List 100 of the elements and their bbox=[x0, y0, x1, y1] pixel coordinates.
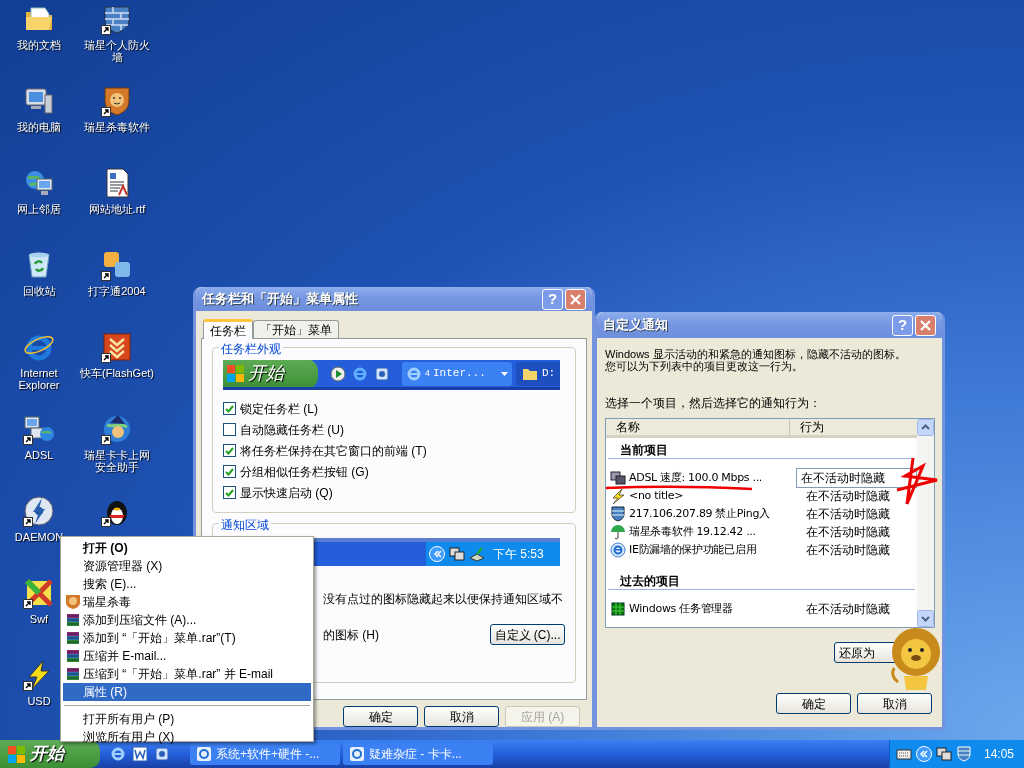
scroll-up-icon[interactable] bbox=[917, 419, 934, 436]
desktop-icon-label[interactable]: 瑞星杀毒软件 bbox=[84, 121, 150, 133]
description-line: Windows 显示活动的和紧急的通知图标，隐藏不活动的图标。 bbox=[605, 348, 907, 360]
menu-item[interactable]: 打开 (O) bbox=[63, 539, 311, 557]
item-name[interactable]: Windows 任务管理器 bbox=[629, 600, 793, 618]
brick-shield-icon bbox=[610, 506, 626, 522]
behavior-text[interactable]: 在不活动时隐藏 bbox=[801, 599, 891, 619]
checkbox-label[interactable]: 分组相似任务栏按钮 (G) bbox=[240, 462, 369, 481]
expand-button[interactable] bbox=[429, 546, 445, 562]
umbrella-icon bbox=[610, 524, 626, 540]
close-icon bbox=[919, 318, 932, 332]
behavior-text[interactable]: 在不活动时隐藏 bbox=[801, 486, 891, 506]
computer-icon[interactable] bbox=[23, 85, 55, 117]
check-icon bbox=[225, 404, 234, 413]
behavior-dropdown[interactable]: 在不活动时隐藏 bbox=[796, 468, 917, 488]
column-header[interactable]: 名称 bbox=[606, 419, 790, 435]
dialog-button[interactable]: 取消 bbox=[424, 706, 499, 727]
brick-shield-icon[interactable] bbox=[101, 3, 133, 35]
customize-button[interactable]: 自定义 (C)... bbox=[490, 624, 565, 645]
desktop-icon-label[interactable]: 网上邻居 bbox=[17, 203, 61, 215]
checkbox[interactable] bbox=[223, 423, 236, 436]
close-button[interactable] bbox=[565, 288, 586, 310]
description-text: 没有点过的图标隐藏起来以便保持通知区域不 bbox=[323, 591, 564, 608]
desktop-icon-label[interactable]: 打字通2004 bbox=[88, 285, 146, 297]
checkbox-label[interactable]: 锁定任务栏 (L) bbox=[240, 399, 318, 418]
lightning-icon bbox=[610, 488, 626, 504]
column-header[interactable]: 行为 bbox=[790, 419, 917, 435]
keyboard-icon[interactable] bbox=[895, 746, 912, 762]
desktop-icon-label[interactable]: 回收站 bbox=[22, 285, 56, 297]
e-logo-icon bbox=[406, 365, 422, 382]
desktop-icon-label[interactable]: 我的文档 bbox=[17, 39, 61, 51]
checkbox-label[interactable]: 的图标 (H) bbox=[323, 625, 379, 644]
menu-item[interactable]: 添加到 “「开始」菜单.rar”(T) bbox=[63, 629, 311, 647]
desktop-icon-label[interactable]: 瑞星个人防火墙 bbox=[79, 39, 155, 63]
prompt-text: 选择一个项目，然后选择它的通知行为： bbox=[605, 395, 822, 412]
desktop-icon-label[interactable]: USD bbox=[27, 695, 51, 707]
item-name[interactable]: ADSL 速度: 100.0 Mbps ... bbox=[629, 469, 789, 487]
behavior-text[interactable]: 在不活动时隐藏 bbox=[801, 522, 891, 542]
desktop-icon-label[interactable]: 快车(FlashGet) bbox=[80, 367, 154, 379]
desktop-icon-label[interactable]: 网站地址.rtf bbox=[88, 203, 146, 215]
task-label: D: bbox=[542, 366, 556, 382]
menu-item[interactable]: 压缩到 “「开始」菜单.rar” 并 E-mail bbox=[63, 665, 311, 683]
checkbox[interactable] bbox=[223, 465, 236, 478]
device-icon bbox=[469, 546, 485, 562]
behavior-text[interactable]: 在不活动时隐藏 bbox=[801, 540, 891, 560]
item-name[interactable]: 217.106.207.89 禁止Ping入 bbox=[629, 505, 793, 523]
menu-item[interactable]: 压缩并 E-mail... bbox=[63, 647, 311, 665]
menu-item[interactable]: 搜索 (E)... bbox=[63, 575, 311, 593]
desktop-icon-label[interactable]: ADSL bbox=[24, 449, 54, 461]
taskbar-button[interactable]: 系统+软件+硬件 -... bbox=[190, 743, 340, 765]
e-logo-icon[interactable] bbox=[110, 746, 126, 762]
check-icon bbox=[225, 467, 234, 476]
menu-item[interactable]: 属性 (R) bbox=[63, 683, 311, 701]
item-name[interactable]: <no title> bbox=[629, 487, 793, 505]
download-arrows-icon[interactable] bbox=[101, 331, 133, 363]
window-title: 任务栏和「开始」菜单属性 bbox=[202, 290, 359, 309]
checkbox[interactable] bbox=[223, 486, 236, 499]
group-title: 任务栏外观 bbox=[219, 340, 283, 358]
close-button[interactable] bbox=[915, 314, 936, 336]
group-title: 通知区域 bbox=[219, 516, 271, 534]
desktop-icon-label[interactable]: Swf bbox=[29, 613, 49, 625]
taskbar-button[interactable]: 疑难杂症 - 卡卡... bbox=[343, 743, 493, 765]
e-logo-icon bbox=[610, 542, 626, 558]
desktop-icon-label[interactable]: DAEMON bbox=[14, 531, 64, 543]
tab[interactable]: 「开始」菜单 bbox=[253, 320, 339, 338]
checkbox[interactable] bbox=[223, 444, 236, 457]
item-name[interactable]: 瑞星杀毒软件 19.12.42 ... bbox=[629, 523, 793, 541]
lightning-disc-icon[interactable] bbox=[23, 495, 55, 527]
checkbox-label[interactable]: 显示快速启动 (Q) bbox=[240, 483, 333, 502]
menu-item[interactable]: 添加到压缩文件 (A)... bbox=[63, 611, 311, 629]
grid-icon bbox=[610, 601, 626, 617]
dialog-button[interactable]: 确定 bbox=[776, 693, 851, 714]
item-name[interactable]: IE防漏墙的保护功能已启用 bbox=[629, 541, 793, 559]
menu-item[interactable]: 瑞星杀毒 bbox=[63, 593, 311, 611]
checkbox-label[interactable]: 自动隐藏任务栏 (U) bbox=[240, 420, 344, 439]
behavior-text[interactable]: 在不活动时隐藏 bbox=[801, 504, 891, 524]
lion-shield-icon[interactable] bbox=[101, 85, 133, 117]
menu-item[interactable]: 资源管理器 (X) bbox=[63, 557, 311, 575]
dialog-button[interactable]: 确定 bbox=[343, 706, 418, 727]
desktop-icon-label[interactable]: Internet Explorer bbox=[1, 367, 77, 391]
check-icon bbox=[225, 488, 234, 497]
menu-item[interactable]: 打开所有用户 (P) bbox=[63, 710, 311, 728]
dialog-button[interactable]: 取消 bbox=[857, 693, 932, 714]
checkbox-label[interactable]: 将任务栏保持在其它窗口的前端 (T) bbox=[240, 441, 427, 460]
chevron-icon bbox=[919, 750, 929, 758]
network-icon[interactable] bbox=[935, 746, 952, 762]
desktop-icon-label[interactable]: 我的电脑 bbox=[17, 121, 61, 133]
network-icon bbox=[610, 470, 626, 486]
globe-character-icon[interactable] bbox=[101, 413, 133, 445]
checkbox[interactable] bbox=[223, 402, 236, 415]
browser-icon bbox=[196, 746, 212, 762]
task-label: Inter... bbox=[433, 366, 487, 382]
scrollbar[interactable] bbox=[917, 419, 934, 627]
browser-icon bbox=[349, 746, 365, 762]
tab[interactable]: 任务栏 bbox=[203, 319, 253, 339]
desktop-icon-label[interactable]: 瑞星卡卡上网安全助手 bbox=[79, 449, 155, 473]
expand-button[interactable] bbox=[915, 746, 932, 762]
windows-logo-icon bbox=[227, 365, 244, 382]
scroll-down-icon[interactable] bbox=[917, 610, 934, 627]
document-icon[interactable] bbox=[132, 746, 148, 762]
